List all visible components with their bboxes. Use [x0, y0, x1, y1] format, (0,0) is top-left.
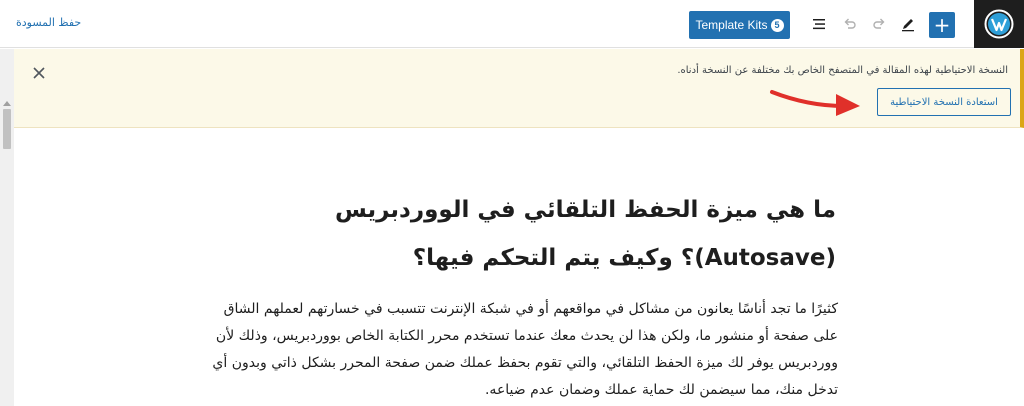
list-view-icon [813, 19, 825, 30]
scroll-thumb[interactable] [3, 109, 11, 149]
notice-message: النسخة الاحتياطية لهذه المقالة في المتصف… [677, 65, 1008, 76]
redo-icon [873, 18, 885, 29]
wordpress-icon [984, 9, 1014, 39]
pencil-icon [902, 19, 914, 32]
wordpress-logo[interactable] [974, 0, 1024, 48]
template-kits-button[interactable]: Template Kits 5 [689, 11, 790, 39]
editor-toolbar: + Template Kits 5 حفظ المسودة [0, 0, 1024, 48]
edit-tools-button[interactable] [898, 14, 918, 34]
add-block-button[interactable]: + [929, 12, 955, 38]
scrollbar[interactable] [0, 49, 14, 406]
template-kits-badge: 5 [770, 18, 784, 32]
restore-backup-button[interactable]: استعادة النسخة الاحتياطية [877, 88, 1011, 116]
post-paragraph[interactable]: كثيرًا ما تجد أناسًا يعانون من مشاكل في … [198, 296, 838, 404]
annotation-arrow-icon [770, 90, 860, 116]
autosave-notice: النسخة الاحتياطية لهذه المقالة في المتصف… [14, 49, 1024, 128]
save-draft-link[interactable]: حفظ المسودة [16, 16, 81, 29]
close-icon[interactable] [32, 66, 46, 80]
redo-button[interactable] [869, 14, 889, 34]
post-title[interactable]: ما هي ميزة الحفظ التلقائي في الووردبريس … [200, 186, 836, 282]
document-overview-button[interactable] [809, 14, 829, 34]
template-kits-label: Template Kits [695, 18, 768, 32]
undo-button[interactable] [840, 14, 860, 34]
undo-icon [844, 18, 856, 29]
scroll-up-arrow-icon[interactable] [3, 101, 11, 106]
plus-icon: + [933, 13, 951, 37]
